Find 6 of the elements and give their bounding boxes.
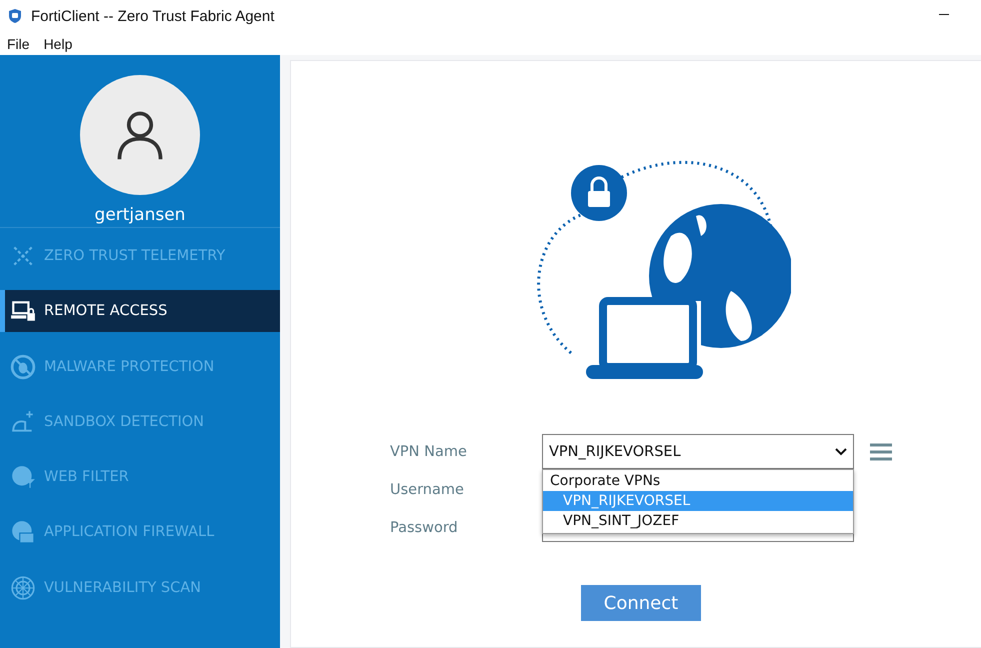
option-group-label: Corporate VPNs: [549, 472, 662, 491]
user-name: gertjansen: [94, 205, 186, 225]
field-label: Password: [390, 520, 459, 536]
field-label: Username: [390, 482, 465, 498]
field-label: VPN Name: [390, 444, 468, 460]
window-title: FortiClient -- Zero Trust Fabric Agent: [31, 8, 274, 24]
